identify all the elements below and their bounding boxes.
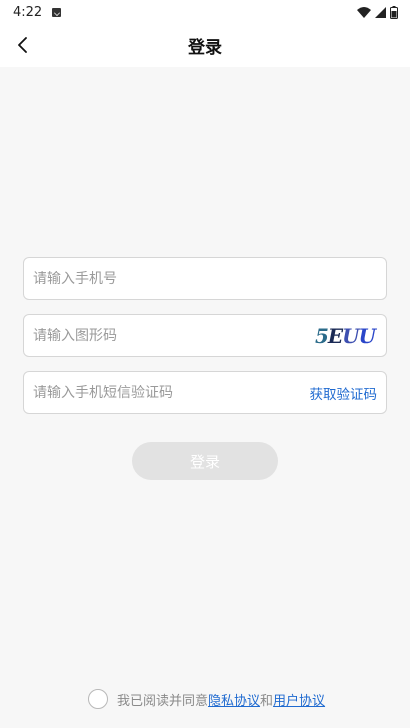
captcha-char: U <box>358 323 376 348</box>
header: 登录 <box>0 24 410 67</box>
agreement-checkbox[interactable] <box>88 689 108 709</box>
captcha-field-container: 5 E U U <box>23 314 387 357</box>
notification-a-icon <box>52 7 62 17</box>
back-arrow-icon <box>18 37 27 53</box>
phone-input[interactable] <box>33 270 377 287</box>
captcha-char: 5 <box>314 323 329 348</box>
page-title: 登录 <box>188 38 222 58</box>
captcha-char: U <box>342 323 359 348</box>
status-left: 4:22 <box>13 4 62 20</box>
sms-code-input[interactable] <box>33 384 310 401</box>
agreement-conjunction: 和 <box>260 693 274 709</box>
privacy-link[interactable]: 隐私协议 <box>208 690 260 709</box>
sms-field-container: 获取验证码 <box>23 371 387 414</box>
agreement-prefix: 我已阅读并同意 <box>117 693 209 709</box>
agreement-row: 我已阅读并同意 隐私协议 和 用户协议 <box>88 688 325 710</box>
login-button[interactable]: 登录 <box>132 442 278 480</box>
captcha-char: E <box>327 323 343 348</box>
wifi-icon <box>357 6 371 18</box>
status-bar: 4:22 <box>0 0 410 24</box>
phone-field-container <box>23 257 387 300</box>
battery-icon <box>390 5 398 19</box>
back-button[interactable] <box>12 34 34 56</box>
captcha-image[interactable]: 5 E U U <box>313 323 377 349</box>
status-right <box>357 5 398 19</box>
status-time: 4:22 <box>13 4 43 20</box>
signal-icon <box>375 6 386 18</box>
get-code-button[interactable]: 获取验证码 <box>310 383 378 403</box>
captcha-input[interactable] <box>33 327 313 344</box>
user-agreement-link[interactable]: 用户协议 <box>273 690 325 709</box>
